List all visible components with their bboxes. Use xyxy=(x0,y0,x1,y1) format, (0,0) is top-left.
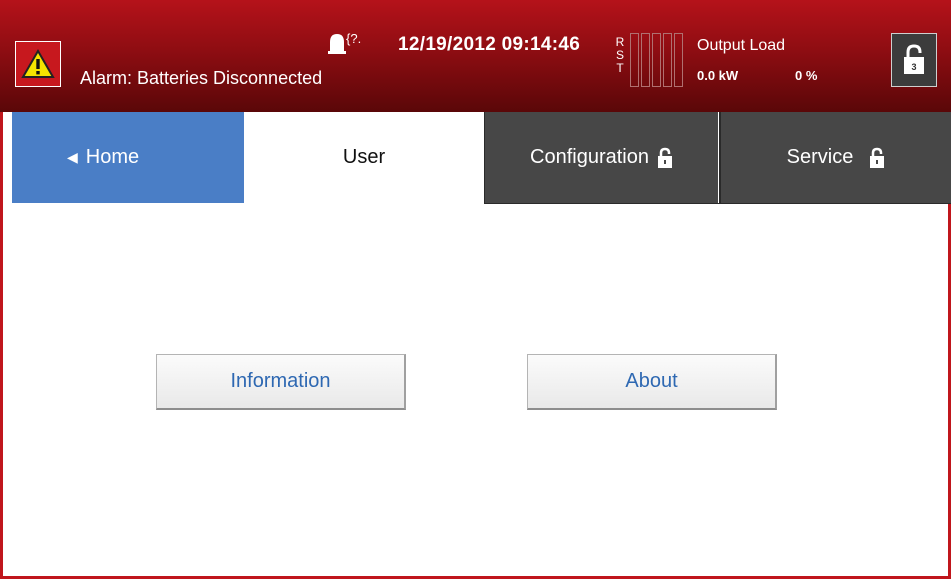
load-bar-meter xyxy=(630,33,683,87)
back-arrow-icon: ◀ xyxy=(67,149,78,165)
tab-home[interactable]: ◀ Home xyxy=(12,112,244,203)
date-time: 12/19/2012 09:14:46 xyxy=(398,34,581,55)
warning-icon[interactable] xyxy=(15,41,61,87)
tab-user-label: User xyxy=(342,146,386,168)
phase-labels: R S T xyxy=(614,36,626,75)
load-bar xyxy=(663,33,672,87)
tab-home-label: Home xyxy=(85,146,140,168)
alarm-message[interactable]: Alarm: Batteries Disconnected xyxy=(80,68,322,89)
information-button[interactable]: Information xyxy=(156,354,406,410)
load-bar xyxy=(641,33,650,87)
svg-text:{?.: {?. xyxy=(346,31,361,46)
svg-text:3: 3 xyxy=(911,62,916,72)
load-bar xyxy=(630,33,639,87)
tab-configuration[interactable]: Configuration xyxy=(484,112,718,203)
unlock-icon xyxy=(870,147,885,168)
tab-divider xyxy=(484,203,951,204)
tab-bar: ◀ Home User Configuration Service xyxy=(0,112,951,204)
tab-service[interactable]: Service xyxy=(719,112,951,203)
tab-user[interactable]: User xyxy=(244,112,484,203)
load-bar xyxy=(674,33,683,87)
output-load-label: Output Load xyxy=(697,37,786,54)
about-button[interactable]: About xyxy=(527,354,777,410)
output-kw: 0.0 kW xyxy=(697,68,739,83)
unlock-icon xyxy=(657,147,672,168)
tab-service-label: Service xyxy=(786,146,854,168)
login-lock-button[interactable]: 3 xyxy=(891,33,937,87)
phase-t: T xyxy=(616,61,624,75)
tab-configuration-label: Configuration xyxy=(530,146,649,168)
output-percent: 0 % xyxy=(795,68,818,83)
status-header: Alarm: Batteries Disconnected {?. 12/19/… xyxy=(0,0,951,112)
alarm-bell-question-icon[interactable]: {?. xyxy=(326,30,366,61)
unlock-icon: 3 xyxy=(904,44,924,74)
load-bar xyxy=(652,33,661,87)
